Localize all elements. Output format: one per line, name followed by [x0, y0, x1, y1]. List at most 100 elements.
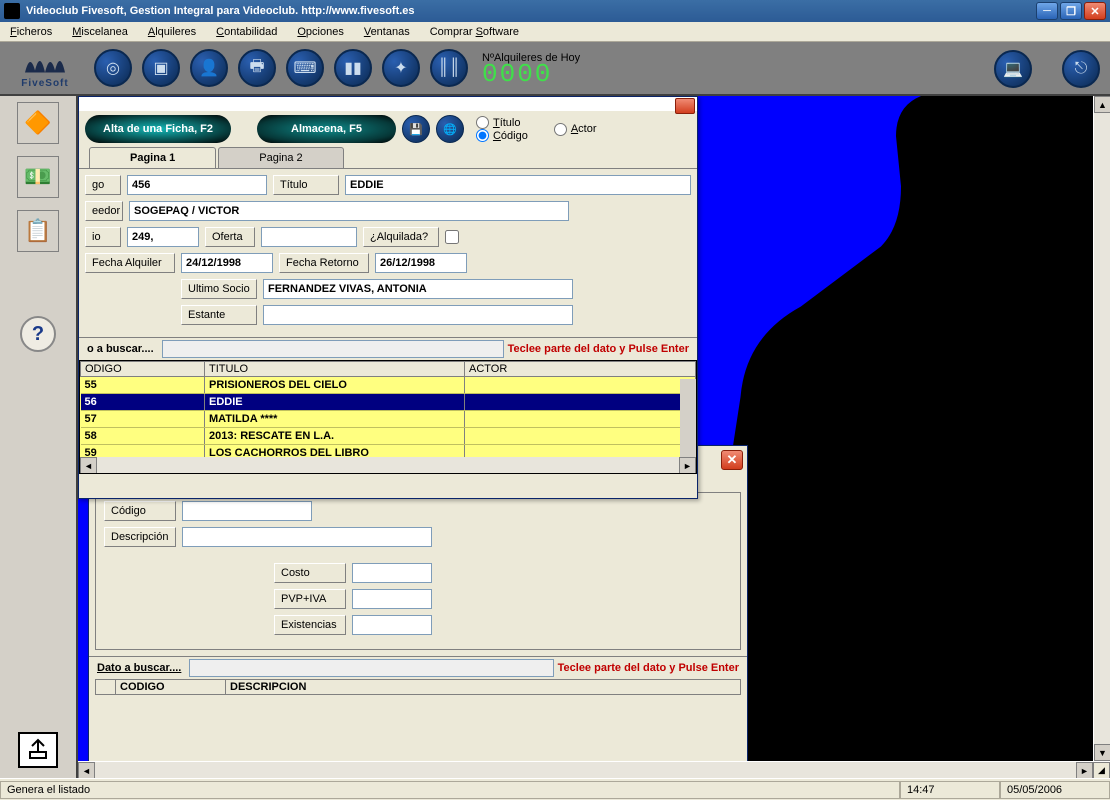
status-date: 05/05/2006	[1000, 781, 1110, 799]
art-pvp-input[interactable]	[352, 589, 432, 609]
side-btn-3[interactable]: 📋	[17, 210, 59, 252]
ficha-almacena-button[interactable]: Almacena, F5	[257, 115, 396, 143]
table-row[interactable]: 56EDDIE	[81, 394, 696, 411]
toolbar-btn-5[interactable]: ⌨	[286, 49, 324, 87]
ficha-grid[interactable]: ODIGO TITULO ACTOR 55PRISIONEROS DEL CIE…	[79, 360, 697, 474]
tab-pagina2[interactable]: Pagina 2	[218, 147, 343, 168]
left-sidebar: 🔶 💵 📋 ?	[0, 96, 78, 778]
art-col-codigo[interactable]: CODIGO	[116, 680, 226, 695]
lbl-fecha-alq: Fecha Alquiler	[85, 253, 175, 273]
menu-contabilidad[interactable]: Contabilidad	[210, 24, 283, 40]
menu-miscelanea[interactable]: Miscelanea	[66, 24, 134, 40]
minimize-button[interactable]: ─	[1036, 2, 1058, 20]
ficha-searchbar: o a buscar.... Teclee parte del dato y P…	[79, 337, 697, 360]
grid-hscroll[interactable]: ◄►	[80, 457, 696, 473]
radio-actor[interactable]	[554, 123, 567, 136]
inp-fecha-alq[interactable]	[181, 253, 273, 273]
art-codigo-input[interactable]	[182, 501, 312, 521]
inp-oferta[interactable]	[261, 227, 357, 247]
status-time: 14:47	[900, 781, 1000, 799]
lbl-codigo: go	[85, 175, 121, 195]
chk-alquilada[interactable]	[445, 230, 459, 244]
radio-codigo-label: Código	[493, 130, 528, 142]
radio-actor-label: Actor	[571, 123, 597, 135]
articulo-close-button[interactable]: ✕	[721, 450, 743, 470]
radio-titulo[interactable]	[476, 116, 489, 129]
menu-ficheros[interactable]: Ficheros	[4, 24, 58, 40]
close-button[interactable]: ✕	[1084, 2, 1106, 20]
toolbar-btn-6[interactable]: ▮▮	[334, 49, 372, 87]
inp-fecha-ret[interactable]	[375, 253, 467, 273]
lbl-estante: Estante	[181, 305, 257, 325]
window-title: Videoclub Fivesoft, Gestion Integral par…	[26, 5, 1036, 17]
toolbar-btn-3[interactable]: 👤	[190, 49, 228, 87]
radio-codigo[interactable]	[476, 129, 489, 142]
ficha-search-input[interactable]	[162, 340, 504, 358]
ficha-close-button[interactable]	[675, 98, 695, 114]
exit-button[interactable]	[18, 732, 58, 768]
counter-value: 0000	[482, 64, 580, 84]
lbl-ultimo-socio: Ultimo Socio	[181, 279, 257, 299]
col-actor[interactable]: ACTOR	[465, 362, 696, 377]
lbl-precio: io	[85, 227, 121, 247]
art-search-input[interactable]	[189, 659, 553, 677]
art-pvp-label: PVP+IVA	[274, 589, 346, 609]
ficha-search-hint: Teclee parte del dato y Pulse Enter	[508, 343, 693, 355]
table-row[interactable]: 55PRISIONEROS DEL CIELO	[81, 377, 696, 394]
inp-codigo[interactable]	[127, 175, 267, 195]
toolbar-right-1[interactable]: 💻	[994, 50, 1032, 88]
art-search-label: Dato a buscar....	[93, 660, 185, 676]
table-row[interactable]: 57MATILDA ****	[81, 411, 696, 428]
art-desc-label: Descripción	[104, 527, 176, 547]
toolbar: FiveSoft ◎ ▣ 👤 🖶 ⌨ ▮▮ ✦ ║║ NºAlquileres …	[0, 42, 1110, 96]
main-area: 🔶 💵 📋 ? ✕ Alta de una Ficha, F2 Almacena…	[0, 96, 1110, 778]
art-col-desc[interactable]: DESCRIPCION	[226, 680, 741, 695]
inp-precio[interactable]	[127, 227, 199, 247]
toolbar-btn-2[interactable]: ▣	[142, 49, 180, 87]
col-codigo[interactable]: ODIGO	[81, 362, 205, 377]
inp-proveedor[interactable]	[129, 201, 569, 221]
art-desc-input[interactable]	[182, 527, 432, 547]
toolbar-print-icon[interactable]: 🖶	[238, 49, 276, 87]
side-btn-2[interactable]: 💵	[17, 156, 59, 198]
tab-pagina1[interactable]: Pagina 1	[89, 147, 216, 168]
inp-estante[interactable]	[263, 305, 573, 325]
art-exist-label: Existencias	[274, 615, 346, 635]
main-vscroll[interactable]: ▲▼	[1093, 96, 1110, 761]
ficha-save-icon[interactable]: 💾	[402, 115, 430, 143]
main-hscroll[interactable]: ◄►◢	[78, 761, 1110, 778]
lbl-alquilada: ¿Alquilada?	[363, 227, 439, 247]
lbl-proveedor: eedor	[85, 201, 123, 221]
maximize-button[interactable]: ❐	[1060, 2, 1082, 20]
menu-comprar[interactable]: Comprar Software	[424, 24, 525, 40]
menubar: Ficheros Miscelanea Alquileres Contabili…	[0, 22, 1110, 42]
toolbar-right-2[interactable]: ⎋	[1062, 50, 1100, 88]
art-costo-input[interactable]	[352, 563, 432, 583]
table-row[interactable]: 582013: RESCATE EN L.A.	[81, 428, 696, 445]
lbl-fecha-ret: Fecha Retorno	[279, 253, 369, 273]
art-costo-label: Costo	[274, 563, 346, 583]
app-icon	[4, 3, 20, 19]
statusbar: Genera el listado 14:47 05/05/2006	[0, 778, 1110, 800]
menu-alquileres[interactable]: Alquileres	[142, 24, 202, 40]
menu-opciones[interactable]: Opciones	[291, 24, 349, 40]
grid-vscroll[interactable]	[680, 379, 696, 457]
status-text: Genera el listado	[0, 781, 900, 799]
side-btn-1[interactable]: 🔶	[17, 102, 59, 144]
radio-titulo-label: Título	[493, 117, 521, 129]
ficha-alta-button[interactable]: Alta de una Ficha, F2	[85, 115, 231, 143]
menu-ventanas[interactable]: Ventanas	[358, 24, 416, 40]
toolbar-btn-8[interactable]: ║║	[430, 49, 468, 87]
ficha-globe-icon[interactable]: 🌐	[436, 115, 464, 143]
lbl-titulo: Título	[273, 175, 339, 195]
help-button[interactable]: ?	[20, 316, 56, 352]
toolbar-btn-1[interactable]: ◎	[94, 49, 132, 87]
ficha-search-label: o a buscar....	[83, 341, 158, 357]
art-codigo-label: Código	[104, 501, 176, 521]
inp-ultimo-socio[interactable]	[263, 279, 573, 299]
articulo-grid[interactable]: CODIGODESCRIPCION	[95, 679, 741, 695]
col-titulo[interactable]: TITULO	[205, 362, 465, 377]
inp-titulo[interactable]	[345, 175, 691, 195]
art-exist-input[interactable]	[352, 615, 432, 635]
toolbar-btn-7[interactable]: ✦	[382, 49, 420, 87]
